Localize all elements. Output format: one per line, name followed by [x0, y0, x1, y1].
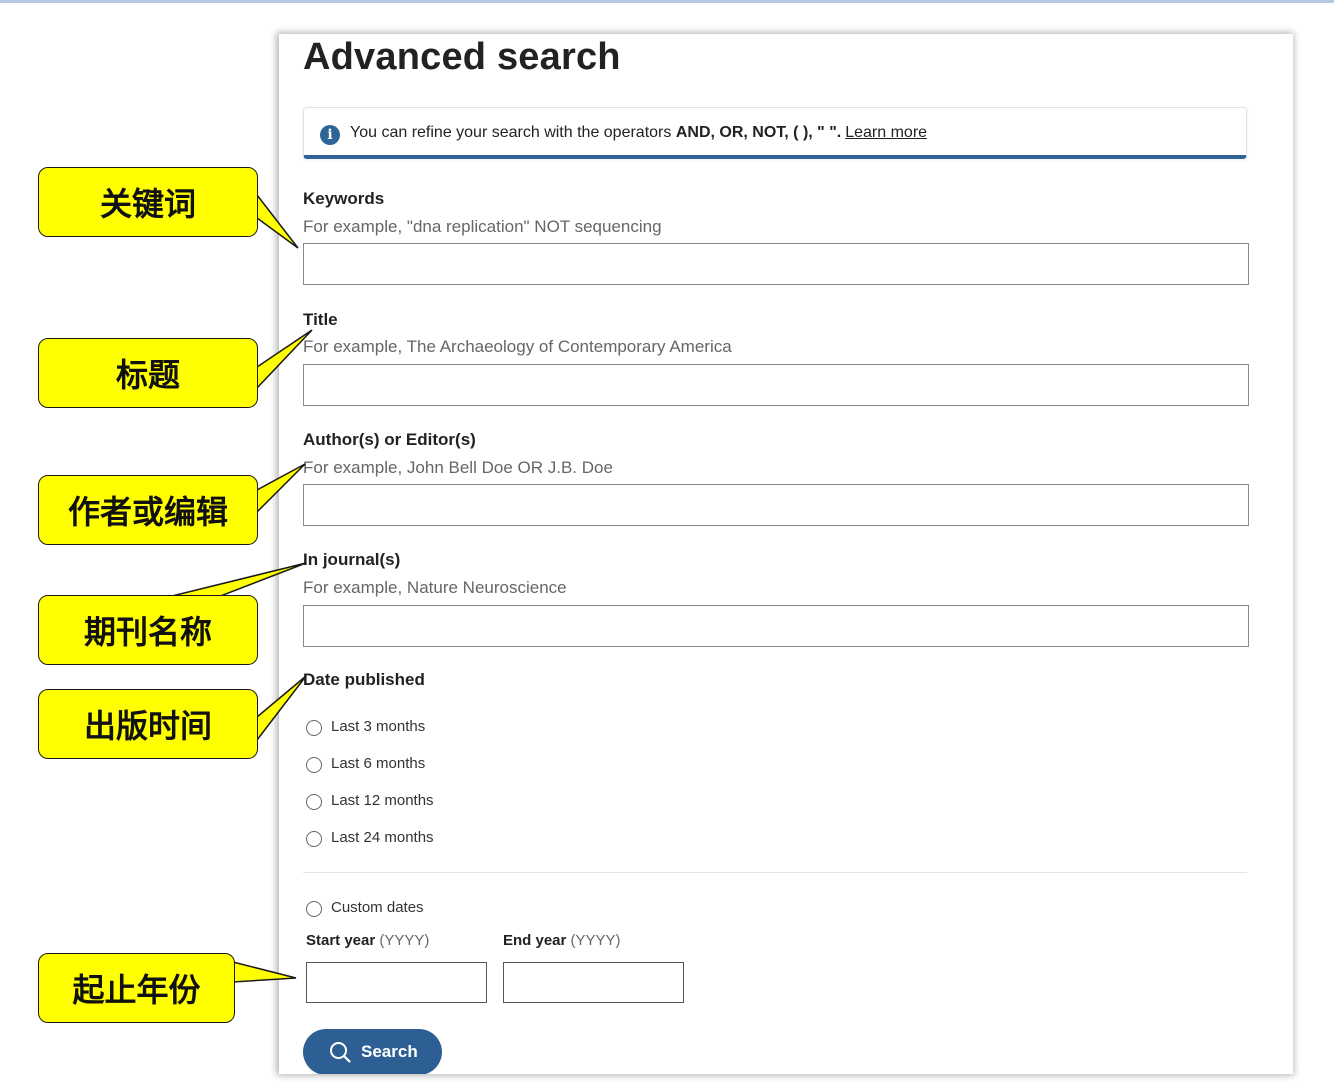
- start-year-label: Start year (YYYY): [306, 932, 429, 949]
- keywords-hint: For example, "dna replication" NOT seque…: [303, 217, 662, 236]
- keywords-label: Keywords: [303, 189, 385, 208]
- search-button[interactable]: Search: [303, 1029, 442, 1074]
- radio-label: Last 24 months: [331, 829, 434, 846]
- info-operators: AND, OR, NOT, ( ), " ".: [675, 124, 842, 141]
- journals-label: In journal(s): [303, 550, 401, 569]
- radio-label: Last 3 months: [331, 718, 426, 735]
- learn-more-link[interactable]: Learn more: [845, 124, 927, 141]
- radio-button[interactable]: [306, 757, 322, 773]
- title-input[interactable]: [303, 364, 1249, 406]
- search-icon: [330, 1042, 351, 1063]
- end-year-input[interactable]: [503, 962, 684, 1003]
- info-icon: i: [320, 125, 340, 145]
- authors-input[interactable]: [303, 484, 1249, 526]
- year-format: (YYYY): [570, 932, 621, 949]
- callout-years: 起止年份: [38, 953, 235, 1023]
- radio-button[interactable]: [306, 901, 322, 917]
- radio-button[interactable]: [306, 720, 322, 736]
- callout-journals: 期刊名称: [38, 595, 258, 665]
- end-year-text: End year: [503, 932, 567, 949]
- radio-button[interactable]: [306, 794, 322, 810]
- info-box: i You can refine your search with the op…: [303, 107, 1247, 159]
- divider: [303, 872, 1247, 873]
- radio-label: Last 6 months: [331, 755, 426, 772]
- radio-label: Custom dates: [331, 899, 424, 916]
- year-format: (YYYY): [379, 932, 430, 949]
- start-year-text: Start year: [306, 932, 376, 949]
- callout-date: 出版时间: [38, 689, 258, 759]
- callout-keywords: 关键词: [38, 167, 258, 237]
- radio-label: Last 12 months: [331, 792, 434, 809]
- radio-button[interactable]: [306, 831, 322, 847]
- authors-hint: For example, John Bell Doe OR J.B. Doe: [303, 458, 613, 477]
- end-year-label: End year (YYYY): [503, 932, 621, 949]
- info-message: You can refine your search with the oper…: [350, 124, 672, 141]
- journals-hint: For example, Nature Neuroscience: [303, 578, 567, 597]
- keywords-input[interactable]: [303, 243, 1249, 285]
- date-published-label: Date published: [303, 670, 425, 689]
- start-year-input[interactable]: [306, 962, 487, 1003]
- advanced-search-panel: Advanced search i You can refine your se…: [279, 34, 1293, 1074]
- title-hint: For example, The Archaeology of Contempo…: [303, 337, 732, 356]
- title-label: Title: [303, 310, 338, 329]
- authors-label: Author(s) or Editor(s): [303, 430, 476, 449]
- callout-authors: 作者或编辑: [38, 475, 258, 545]
- page-title: Advanced search: [303, 36, 621, 78]
- top-rule: [0, 0, 1334, 3]
- info-text: You can refine your search with the oper…: [350, 124, 927, 142]
- journals-input[interactable]: [303, 605, 1249, 647]
- search-button-label: Search: [361, 1042, 418, 1061]
- callout-title: 标题: [38, 338, 258, 408]
